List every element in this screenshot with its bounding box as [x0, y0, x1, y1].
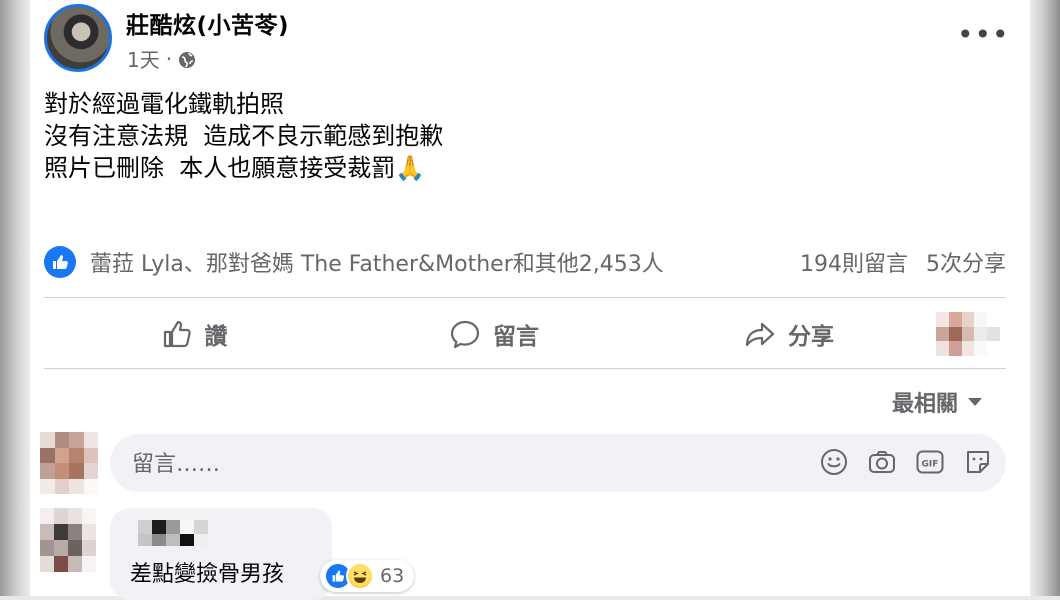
more-options-icon[interactable]: ••• [957, 18, 1010, 51]
like-button[interactable]: 讚 [44, 317, 344, 351]
divider [44, 368, 1006, 369]
gif-icon[interactable]: GIF [916, 448, 944, 476]
reply-reactions[interactable]: 63 [320, 560, 415, 592]
comment-icon [449, 318, 481, 350]
reply-comment: 差點變撿骨男孩 [110, 508, 332, 600]
thumbs-up-icon [161, 318, 193, 350]
share-button[interactable]: 分享 [644, 317, 934, 351]
share-label: 分享 [788, 324, 834, 350]
reaction-profile-selector[interactable] [934, 312, 1004, 356]
action-bar: 讚 留言 分享 [44, 300, 1006, 368]
meta-separator: · [165, 46, 173, 71]
reactions-text[interactable]: 蕾菈 Lyla、那對爸媽 The Father&Mother和其他2,453人 [90, 246, 782, 278]
background-right-edge [1028, 0, 1060, 596]
post-time[interactable]: 1天 [127, 44, 160, 73]
divider [44, 297, 1006, 298]
reactions-summary-row: 蕾菈 Lyla、那對爸媽 The Father&Mother和其他2,453人 … [44, 244, 1006, 280]
sticker-icon[interactable] [964, 448, 992, 476]
haha-reaction-icon [346, 562, 374, 590]
comment-count[interactable]: 194則留言 [800, 246, 908, 278]
post-card: 莊酷炫(小苦苓) 1天 · ••• 對於經過電化鐵軌拍照 沒有注意法規 造成不良… [30, 0, 1030, 600]
reply-reaction-count: 63 [380, 565, 405, 587]
profile-avatar-pixelated [936, 312, 1000, 356]
reply-author-avatar[interactable] [40, 508, 96, 572]
post-line: 對於經過電化鐵軌拍照 [44, 90, 284, 118]
sort-label: 最相關 [892, 392, 959, 417]
comment-input[interactable] [130, 434, 774, 494]
share-icon [744, 318, 776, 350]
camera-icon[interactable] [868, 448, 896, 476]
post-line: 沒有注意法規 造成不良示範感到抱歉 [44, 122, 444, 150]
emoji-icon[interactable] [820, 448, 848, 476]
background-left-edge [0, 0, 34, 596]
comment-sort-dropdown[interactable]: 最相關 [892, 386, 983, 418]
comment-box: GIF [110, 434, 1006, 494]
author-avatar[interactable] [44, 4, 112, 72]
caret-down-icon [968, 398, 983, 406]
post-body: 對於經過電化鐵軌拍照 沒有注意法規 造成不良示範感到抱歉 照片已刪除 本人也願意… [44, 88, 443, 184]
svg-text:GIF: GIF [922, 460, 939, 470]
post-line: 照片已刪除 本人也願意接受裁罰🙏 [44, 154, 426, 182]
share-count[interactable]: 5次分享 [926, 246, 1006, 278]
commenter-avatar[interactable] [40, 432, 98, 494]
reply-text: 差點變撿骨男孩 [130, 562, 285, 587]
author-name[interactable]: 莊酷炫(小苦苓) [126, 6, 289, 40]
post-meta: 1天 · [127, 44, 196, 73]
comment-box-tools: GIF [820, 448, 992, 476]
like-reaction-icon[interactable] [44, 246, 76, 278]
reply-author-name-pixelated [138, 534, 208, 546]
globe-icon[interactable] [178, 50, 196, 68]
comment-label: 留言 [493, 324, 539, 350]
comment-button[interactable]: 留言 [344, 317, 644, 351]
like-label: 讚 [204, 324, 228, 350]
